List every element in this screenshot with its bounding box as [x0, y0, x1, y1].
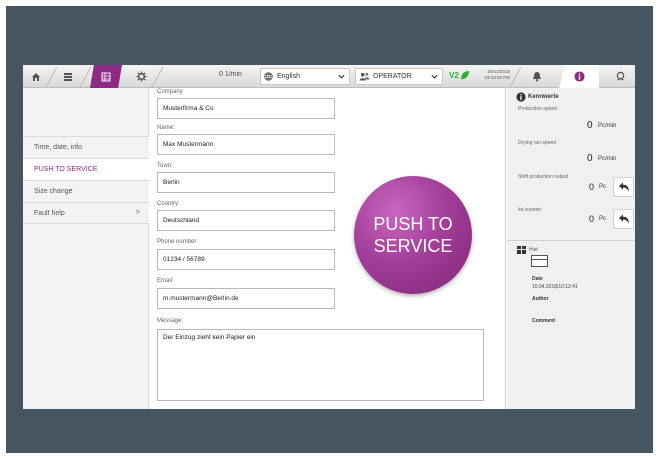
history-date-label: Date — [532, 276, 543, 282]
gear-icon — [135, 71, 147, 82]
info-icon — [516, 92, 526, 102]
datetime-display: 29/12/2018 03:18:20 PM — [476, 69, 510, 81]
card-icon — [531, 255, 548, 267]
info-icon — [573, 71, 585, 82]
lot-counter-label: lot counter — [518, 207, 542, 213]
chevron-down-icon — [431, 74, 438, 79]
phone-field[interactable]: 01234 / 56789 — [157, 249, 335, 270]
undo-icon — [618, 182, 629, 192]
drying-speed-value: 0 — [587, 153, 593, 164]
bell-icon — [533, 72, 541, 82]
service-form: Company Musterfirma & Co Name: Max Muste… — [149, 88, 506, 409]
leaf-icon — [461, 71, 469, 80]
menu-item-label: Size change — [34, 188, 73, 195]
lot-counter-value: 0 — [589, 214, 595, 224]
production-speed-value: 0 — [587, 120, 593, 131]
grid-button[interactable] — [90, 65, 122, 88]
speed-readout: 0 1/min — [219, 71, 242, 78]
company-label: Company — [157, 89, 183, 95]
country-label: Country: — [157, 201, 180, 207]
users-icon — [359, 72, 370, 81]
email-field[interactable]: m.mustermann@Berlin.de — [157, 288, 335, 309]
drying-speed-unit: Pc/min — [598, 156, 617, 162]
info-tab[interactable] — [559, 65, 599, 88]
settings-button[interactable] — [131, 65, 151, 88]
name-label: Name: — [157, 125, 175, 131]
production-speed-unit: Pc/min — [598, 123, 617, 129]
email-value: m.mustermann@Berlin.de — [163, 295, 239, 302]
service-tab[interactable] — [607, 65, 633, 88]
separator — [79, 67, 92, 87]
right-panel: Kennwerte Production speed 0 Pc/min Dryi… — [507, 88, 635, 409]
history-title: Hist — [529, 247, 538, 253]
kennwerte-title: Kennwerte — [528, 94, 559, 100]
divider — [507, 240, 635, 241]
drying-speed-label: Drying run speed — [518, 140, 557, 146]
menu-item-fault-help[interactable]: Fault help > — [23, 202, 149, 224]
phone-value: 01234 / 56789 — [163, 256, 205, 263]
separator — [45, 67, 58, 87]
grid-icon — [101, 72, 111, 81]
reset-lot-counter-button[interactable] — [613, 209, 634, 229]
country-value: Deutschland — [163, 217, 200, 224]
home-button[interactable] — [27, 65, 45, 88]
company-field[interactable]: Musterfirma & Co — [157, 98, 335, 119]
time-line: 03:18:20 PM — [484, 75, 510, 80]
shift-output-unit: Pc — [599, 184, 607, 190]
separator — [151, 67, 164, 87]
headset-icon — [616, 71, 624, 81]
home-icon — [32, 72, 40, 81]
undo-icon — [618, 214, 629, 224]
push-button-line1: PUSH TO — [373, 214, 453, 234]
history-date-value: 10.04.2018|10:12:41 — [532, 284, 578, 290]
message-textarea[interactable]: Der Einzug zieht kein Papier ein — [157, 329, 484, 401]
chevron-down-icon — [338, 74, 345, 79]
history-author-label: Author — [532, 296, 549, 302]
list-icon — [64, 72, 72, 81]
language-select[interactable]: English — [260, 68, 350, 85]
message-label: Message: — [157, 318, 184, 324]
menu-item-time-date-info[interactable]: Time, date, info — [23, 136, 149, 158]
language-value: English — [277, 73, 300, 80]
lot-counter-unit: Pc — [599, 216, 607, 222]
history-icon — [517, 246, 526, 254]
left-menu: Time, date, info PUSH TO SERVICE Size ch… — [23, 88, 149, 409]
globe-icon — [264, 72, 273, 81]
history-comment-label: Comment — [532, 318, 556, 324]
shift-output-value: 0 — [589, 182, 595, 192]
top-bar: 0 1/min English OPERATOR V2 29/12/2018 0… — [23, 65, 635, 88]
separator — [509, 67, 522, 87]
hmi-screen: 0 1/min English OPERATOR V2 29/12/2018 0… — [23, 65, 635, 409]
message-value: Der Einzug zieht kein Papier ein — [163, 334, 256, 341]
list-button[interactable] — [57, 65, 79, 88]
menu-item-label: Fault help — [34, 209, 65, 217]
shift-output-label: Shift production output — [518, 174, 569, 180]
production-speed-label: Production speed — [518, 106, 557, 112]
town-field[interactable]: Berlin — [157, 172, 335, 193]
role-select[interactable]: OPERATOR — [355, 68, 443, 85]
version-indicator: V2 — [449, 71, 459, 80]
menu-item-label: Time, date, info — [34, 144, 82, 151]
town-value: Berlin — [163, 179, 180, 186]
email-label: Email: — [157, 278, 174, 284]
country-field[interactable]: Deutschland — [157, 210, 335, 231]
push-button-line2: SERVICE — [373, 236, 453, 256]
submenu-arrow: > — [135, 209, 140, 216]
reset-shift-output-button[interactable] — [613, 177, 634, 197]
menu-item-label: PUSH TO SERVICE — [34, 166, 98, 173]
notifications-tab[interactable] — [523, 65, 551, 88]
role-value: OPERATOR — [373, 73, 412, 80]
name-value: Max Mustermann — [163, 141, 214, 148]
town-label: Town: — [157, 163, 173, 169]
phone-label: Phone number: — [157, 239, 199, 245]
name-field[interactable]: Max Mustermann — [157, 134, 335, 155]
company-value: Musterfirma & Co — [163, 105, 214, 112]
menu-item-push-to-service[interactable]: PUSH TO SERVICE — [23, 158, 149, 180]
menu-item-size-change[interactable]: Size change — [23, 180, 149, 202]
push-to-service-button[interactable]: PUSH TO SERVICE — [354, 176, 472, 294]
